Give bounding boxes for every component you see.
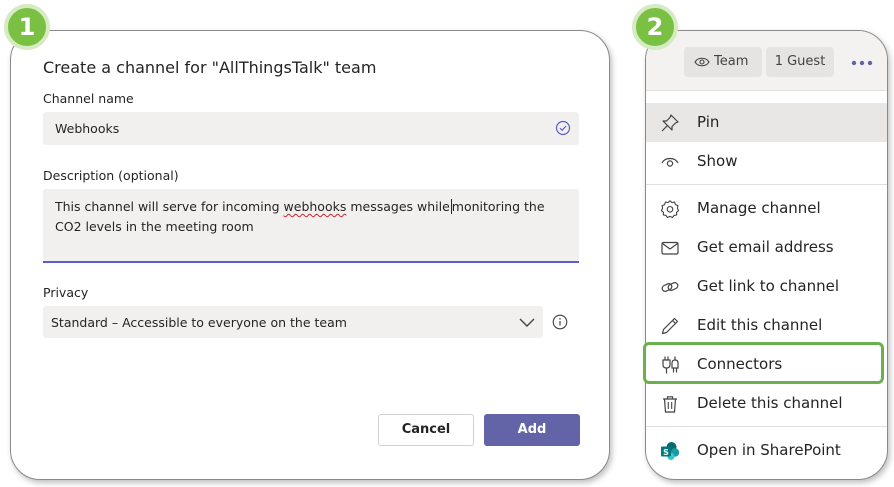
step-badge-1: 1 (4, 4, 50, 50)
menu-item-label: Show (697, 152, 738, 170)
menu-divider (646, 426, 887, 427)
menu-item-label: Get email address (697, 238, 834, 256)
cancel-button[interactable]: Cancel (378, 414, 474, 446)
menu-divider (646, 184, 887, 185)
menu-item-label: Open in SharePoint (697, 441, 841, 459)
team-chip[interactable]: Team (684, 47, 762, 77)
description-textarea[interactable]: This channel will serve for incoming web… (43, 189, 579, 263)
channel-context-menu: Team 1 Guest Pin Show Manage channel Get… (645, 30, 888, 480)
more-options-icon[interactable] (851, 60, 873, 66)
menu-item-label: Manage channel (697, 199, 821, 217)
menu-item-label: Get link to channel (697, 277, 839, 295)
eye-icon (661, 157, 679, 167)
envelope-icon (661, 241, 679, 255)
add-button[interactable]: Add (484, 414, 580, 446)
gear-icon (660, 200, 680, 219)
menu-item-manage-channel[interactable]: Manage channel (646, 189, 887, 228)
create-channel-dialog: Create a channel for "AllThingsTalk" tea… (10, 30, 610, 480)
info-icon[interactable] (552, 314, 568, 330)
dialog-title: Create a channel for "AllThingsTalk" tea… (43, 58, 377, 77)
privacy-value: Standard – Accessible to everyone on the… (51, 315, 347, 330)
privacy-label: Privacy (43, 285, 89, 300)
channel-name-value: Webhooks (55, 121, 120, 136)
menu-item-show[interactable]: Show (646, 142, 887, 181)
eye-icon (694, 57, 710, 67)
sharepoint-icon: S (661, 442, 680, 461)
menu-item-get-email-address[interactable]: Get email address (646, 228, 887, 267)
channel-name-label: Channel name (43, 91, 134, 106)
link-icon (661, 282, 679, 292)
channel-name-input[interactable]: Webhooks (43, 112, 579, 145)
description-label: Description (optional) (43, 168, 179, 183)
team-chip-label: Team (714, 54, 749, 69)
menu-item-open-sharepoint[interactable]: S Open in SharePoint (646, 431, 887, 470)
guest-chip[interactable]: 1 Guest (766, 47, 834, 77)
menu-item-label: Delete this channel (697, 394, 843, 412)
svg-text:S: S (663, 448, 669, 457)
menu-item-get-link[interactable]: Get link to channel (646, 267, 887, 306)
connectors-highlight-box (643, 342, 884, 384)
description-misspelled-word: webhooks (283, 199, 347, 214)
trash-icon (663, 396, 677, 413)
channel-header: Team 1 Guest (646, 31, 887, 91)
menu-item-pin[interactable]: Pin (646, 103, 887, 142)
menu-item-delete-channel[interactable]: Delete this channel (646, 384, 887, 423)
pin-icon (661, 114, 679, 132)
description-text-2: messages while (346, 199, 450, 214)
menu-item-edit-channel[interactable]: Edit this channel (646, 306, 887, 345)
description-value: This channel will serve for incoming web… (55, 197, 555, 237)
step-badge-2: 2 (632, 4, 678, 50)
menu-item-label: Pin (697, 113, 720, 131)
privacy-select[interactable]: Standard – Accessible to everyone on the… (43, 306, 543, 338)
pencil-icon (661, 317, 679, 335)
description-text-1: This channel will serve for incoming (55, 199, 284, 214)
chevron-down-icon (519, 318, 535, 327)
check-circle-icon (555, 120, 571, 136)
menu-item-label: Edit this channel (697, 316, 823, 334)
